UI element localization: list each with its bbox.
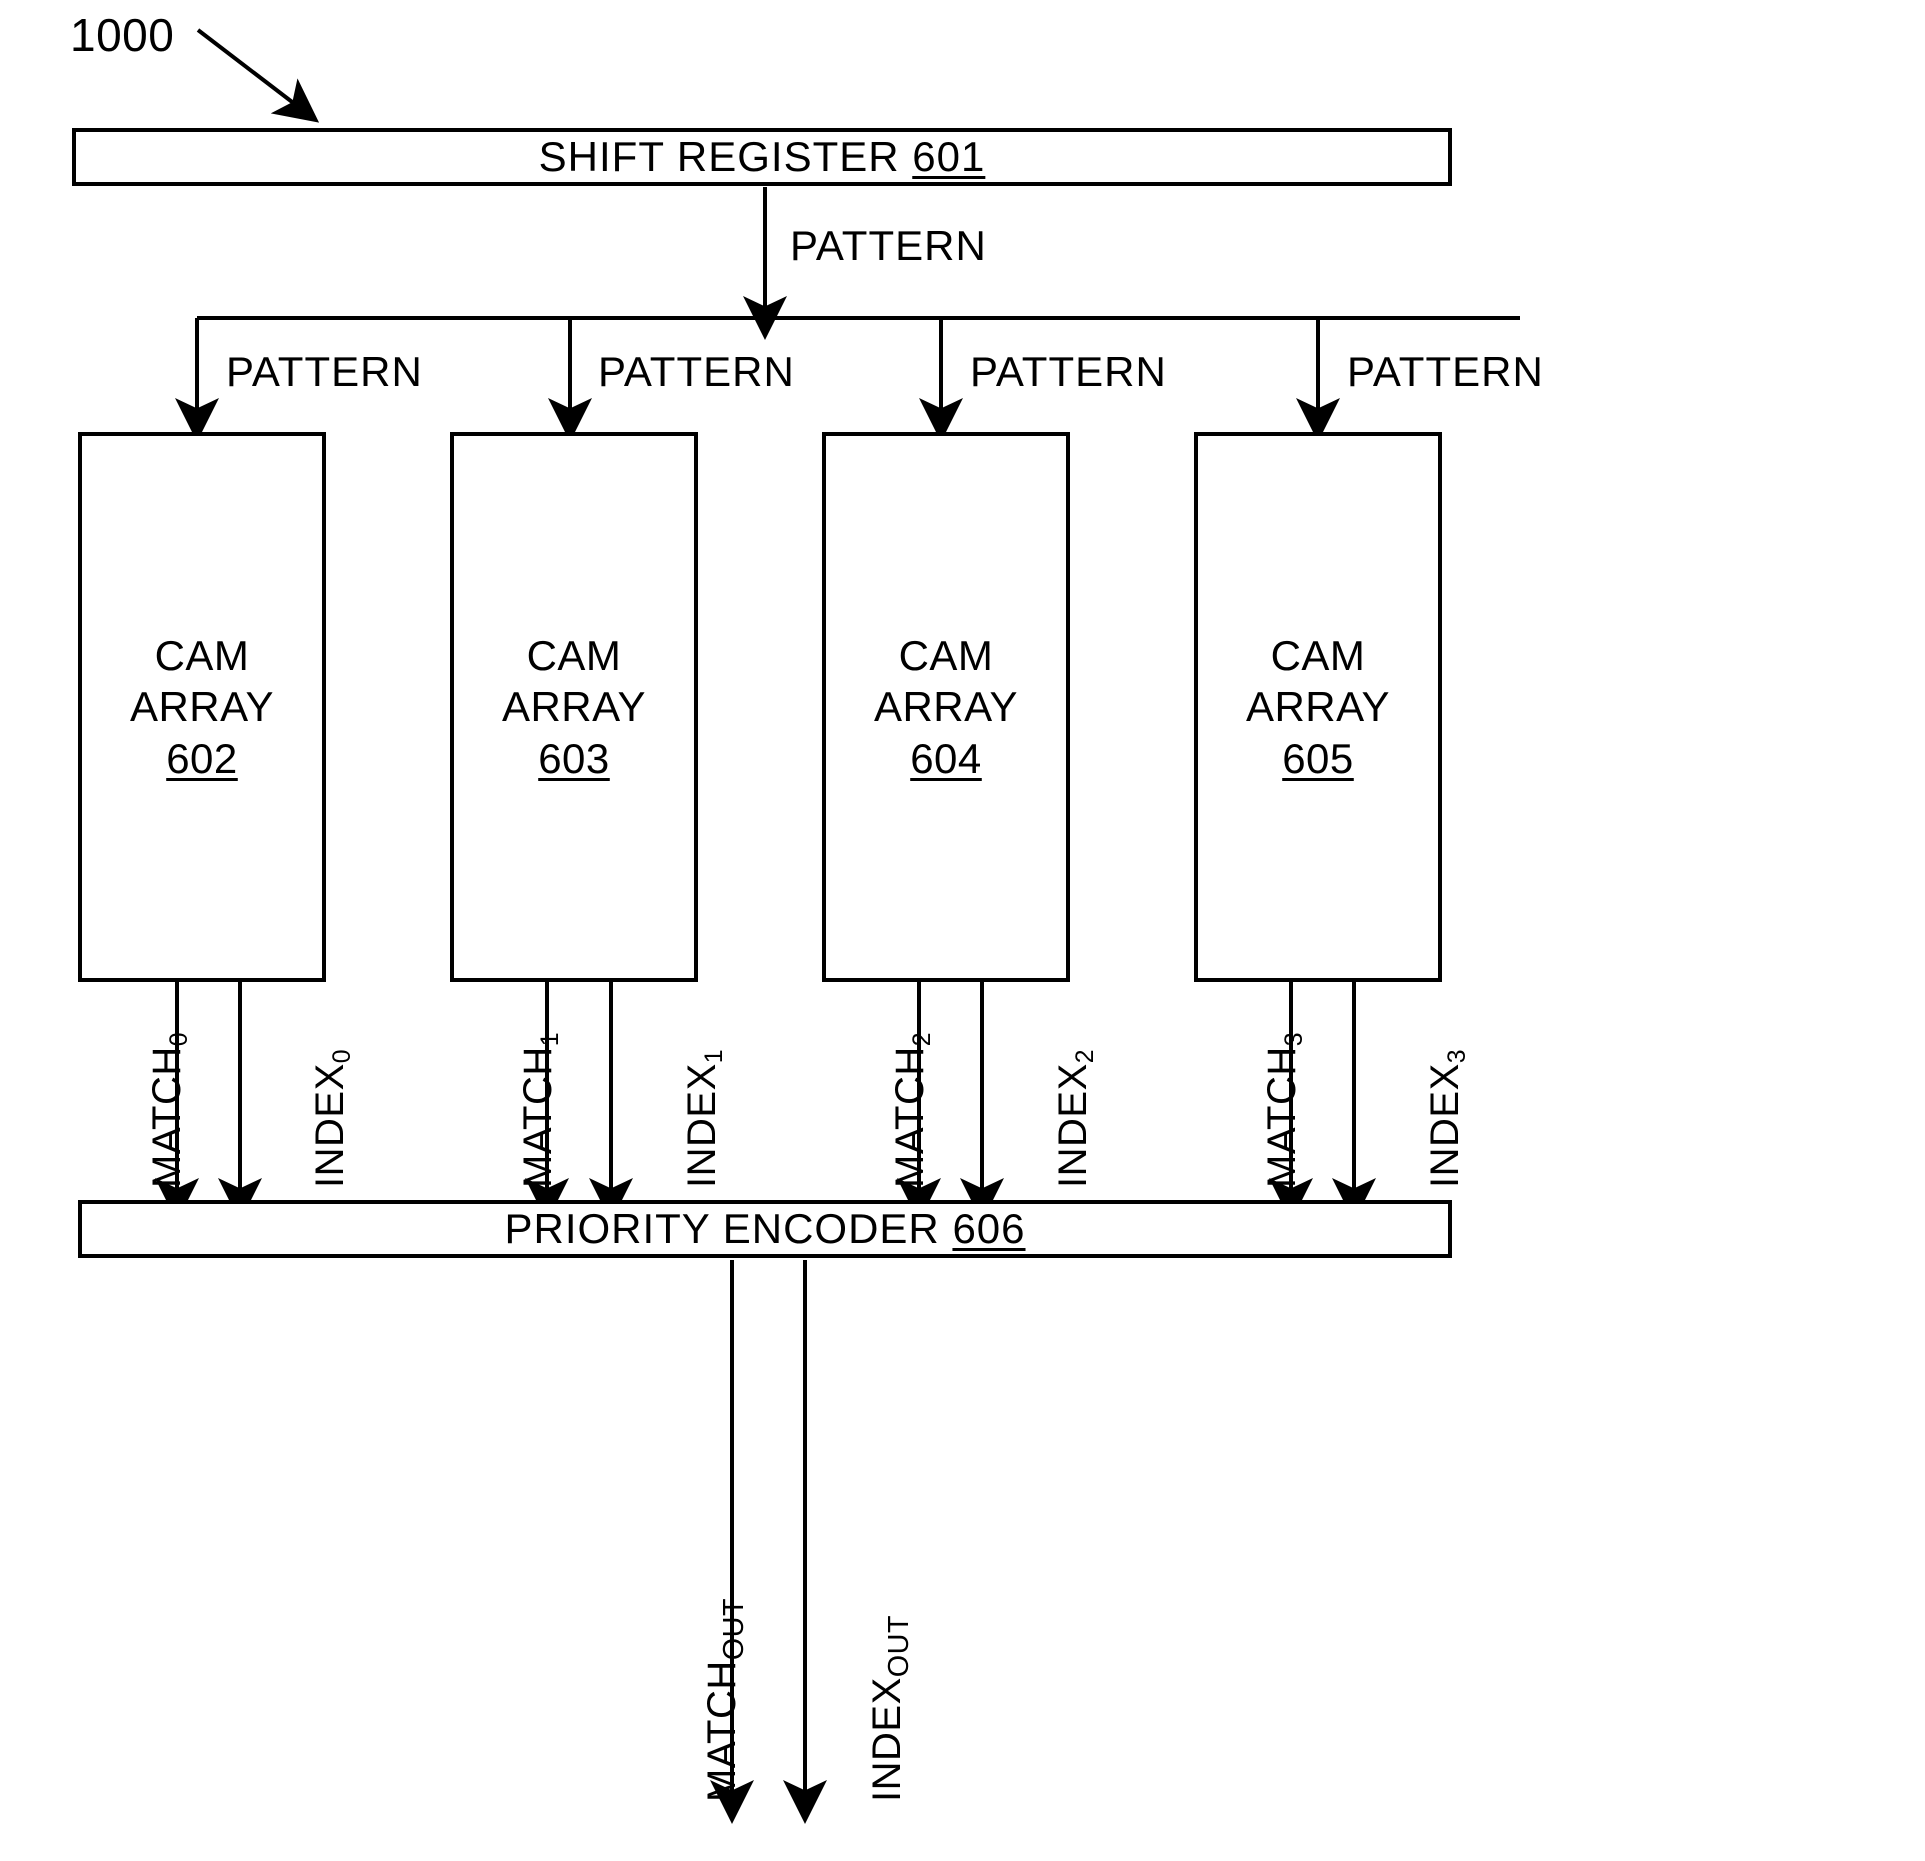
cam-604-ref: 604 [910, 734, 982, 782]
shift-register-label: SHIFT REGISTER 601 [538, 133, 986, 180]
cam-602-line2: ARRAY [129, 683, 275, 731]
signal-label-match-2: MATCH2 [888, 1031, 936, 1188]
cam-603-line2: ARRAY [501, 683, 647, 731]
signal-label-index-1: INDEX1 [680, 1048, 728, 1188]
cam-array-block-603[interactable]: CAM ARRAY 603 [450, 432, 698, 982]
priority-encoder-label: PRIORITY ENCODER 606 [504, 1205, 1026, 1252]
priority-encoder-ref: 606 [952, 1205, 1026, 1252]
cam-602-ref: 602 [166, 734, 238, 782]
cam-array-block-605[interactable]: CAM ARRAY 605 [1194, 432, 1442, 982]
signal-label-index-2: INDEX2 [1051, 1048, 1099, 1188]
pattern-branch-label-1: PATTERN [598, 348, 795, 395]
cam-603-line1: CAM [526, 632, 622, 680]
signal-label-match-1: MATCH1 [516, 1031, 564, 1188]
signal-label-match-out: MATCHOUT [700, 1597, 750, 1802]
figure-number-label: 1000 [70, 9, 175, 61]
cam-604-line1: CAM [898, 632, 994, 680]
signal-label-index-3: INDEX3 [1423, 1048, 1471, 1188]
cam-603-ref: 603 [538, 734, 610, 782]
priority-encoder-block[interactable]: PRIORITY ENCODER 606 [78, 1200, 1452, 1258]
shift-register-block[interactable]: SHIFT REGISTER 601 [72, 128, 1452, 186]
cam-605-line2: ARRAY [1245, 683, 1391, 731]
cam-604-line2: ARRAY [873, 683, 1019, 731]
patent-figure-1000: 1000 SHIFT REGISTER 601 PATTERN PATTERN … [0, 0, 1925, 1861]
signal-label-match-3: MATCH3 [1260, 1031, 1308, 1188]
figure-lead-arrow [196, 28, 320, 123]
cam-605-ref: 605 [1282, 734, 1354, 782]
signal-label-index-out: INDEXOUT [865, 1614, 915, 1802]
cam-array-block-602[interactable]: CAM ARRAY 602 [78, 432, 326, 982]
pattern-branch-label-3: PATTERN [1347, 348, 1544, 395]
shift-register-ref: 601 [912, 133, 986, 180]
signal-label-index-0: INDEX0 [308, 1048, 356, 1188]
cam-602-line1: CAM [154, 632, 250, 680]
pattern-main-label: PATTERN [790, 222, 987, 269]
pattern-branch-label-0: PATTERN [226, 348, 423, 395]
signal-label-match-0: MATCH0 [145, 1031, 193, 1188]
cam-605-line1: CAM [1270, 632, 1366, 680]
cam-array-block-604[interactable]: CAM ARRAY 604 [822, 432, 1070, 982]
pattern-branch-label-2: PATTERN [970, 348, 1167, 395]
